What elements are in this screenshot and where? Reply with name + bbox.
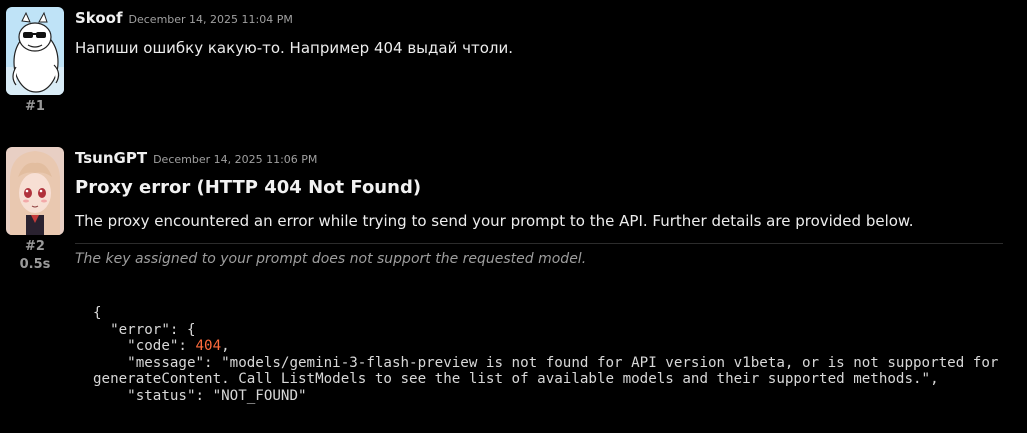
generation-time: 0.5s [19, 257, 51, 272]
message-header: Skoof December 14, 2025 11:04 PM [75, 9, 1003, 29]
code-line: "error": { [93, 321, 196, 338]
author-name: Skoof [75, 9, 123, 27]
error-note: The key assigned to your prompt does not… [75, 251, 587, 267]
code-status-line: "status": "NOT_FOUND" [93, 387, 307, 404]
message-header: TsunGPT December 14, 2025 11:06 PM [75, 149, 1003, 169]
chat-log: #1 Skoof December 14, 2025 11:04 PM Напи… [0, 0, 1027, 433]
message-text: Напиши ошибку какую-то. Например 404 выд… [75, 39, 513, 57]
message-index: #2 [25, 239, 45, 254]
anime-girl-avatar-icon[interactable] [6, 147, 64, 235]
avatar-column: #1 [6, 7, 64, 115]
error-title: Proxy error (HTTP 404 Not Found) [75, 177, 422, 198]
code-message-line: "message": "models/gemini-3-flash-previe… [93, 354, 1007, 388]
code-number: 404 [195, 338, 222, 355]
code-line: { [93, 305, 102, 321]
cartoon-character-sunglasses-avatar-icon[interactable] [6, 7, 64, 95]
message-timestamp: December 14, 2025 11:06 PM [153, 153, 318, 166]
error-json-block: { "error": { "code": 404, "message": "mo… [93, 305, 1005, 405]
message-content: Skoof December 14, 2025 11:04 PM Напиши … [75, 9, 1003, 58]
author-name: TsunGPT [75, 149, 148, 167]
error-description: The proxy encountered an error while try… [75, 212, 914, 230]
message-timestamp: December 14, 2025 11:04 PM [128, 13, 293, 26]
message-index: #1 [25, 99, 45, 114]
code-key: "code": [93, 338, 196, 355]
message-content: TsunGPT December 14, 2025 11:06 PM Proxy… [75, 149, 1003, 405]
code-punct: , [221, 338, 230, 355]
divider [75, 243, 1003, 244]
avatar-column: #2 0.5s [6, 147, 64, 273]
